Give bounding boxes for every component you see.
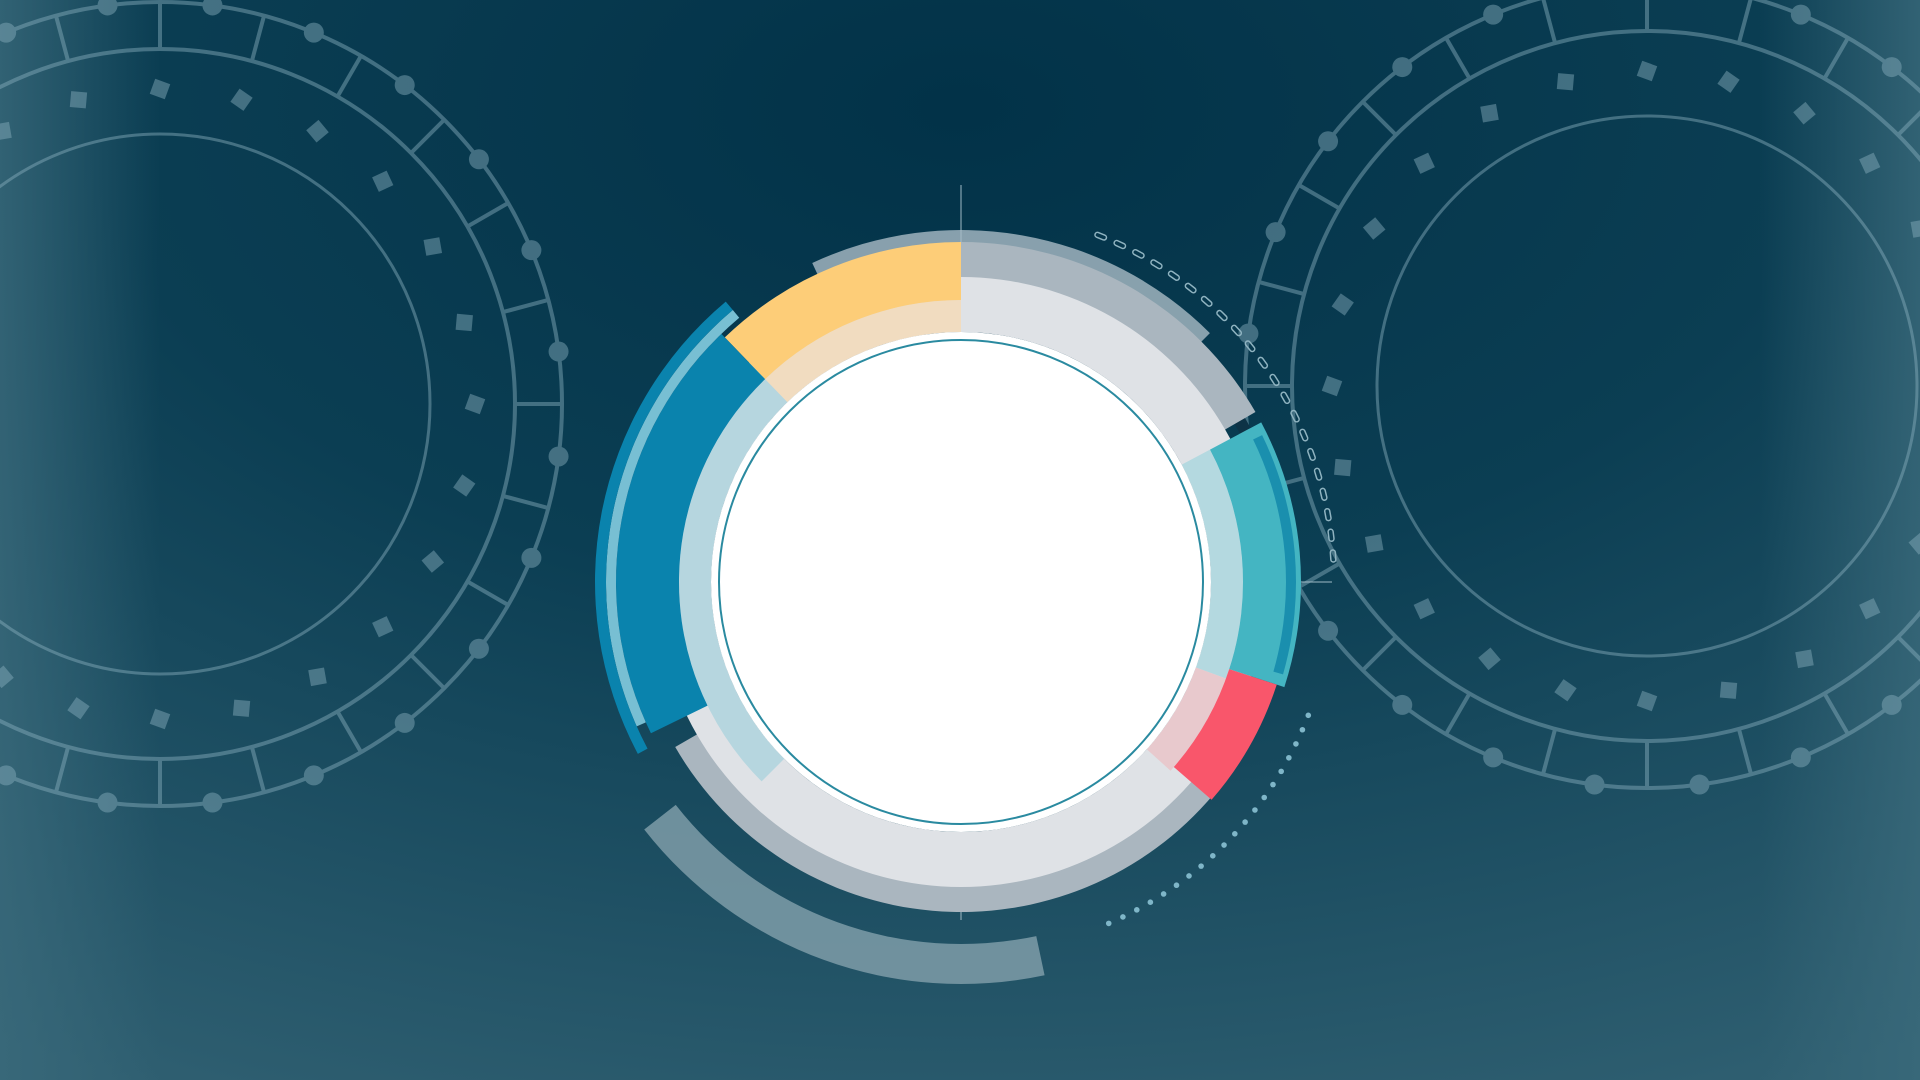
dot-mark	[1173, 882, 1180, 889]
gear-knob	[1790, 4, 1811, 25]
gear-knob	[521, 240, 542, 261]
dot-mark	[1261, 794, 1268, 801]
dot-mark	[1221, 842, 1227, 848]
dot-mark	[1147, 899, 1154, 905]
gear-diamond	[423, 237, 443, 256]
gear-knob	[1392, 57, 1413, 78]
gear-knob	[97, 792, 118, 813]
dot-mark	[1305, 712, 1312, 719]
gear-knob	[548, 341, 569, 362]
gear-diamond	[1719, 681, 1738, 699]
gear-knob	[394, 712, 415, 733]
infographic-scene	[0, 0, 1920, 1080]
dot-mark	[1120, 914, 1126, 920]
gear-diamond	[308, 667, 327, 687]
gear-knob	[1265, 222, 1286, 243]
dot-mark	[1198, 863, 1204, 869]
dot-mark	[1293, 741, 1299, 747]
gear-knob	[1881, 57, 1902, 78]
right-fade	[1760, 0, 1920, 1080]
dot-mark	[1232, 830, 1238, 837]
gear-knob	[1689, 774, 1710, 795]
dot-mark	[1286, 754, 1292, 761]
left-fade	[0, 0, 160, 1080]
dot-mark	[1252, 807, 1258, 813]
dot-mark	[1270, 781, 1276, 788]
gear-knob	[521, 547, 542, 568]
gear-knob	[1318, 131, 1339, 152]
dot-mark	[1209, 853, 1216, 859]
gear-knob	[1392, 694, 1413, 715]
center-disc	[711, 332, 1211, 832]
gear-knob	[303, 22, 324, 43]
gear-diamond	[1556, 73, 1575, 91]
dot-mark	[1160, 891, 1167, 897]
dot-mark	[1299, 726, 1306, 733]
gear-knob	[468, 638, 489, 659]
gear-knob	[468, 149, 489, 170]
gear-diamond	[455, 313, 473, 332]
gear-knob	[1790, 747, 1811, 768]
gear-knob	[1318, 620, 1339, 641]
gear-diamond	[1334, 458, 1352, 477]
gear-knob	[548, 446, 569, 467]
gear-knob	[202, 792, 223, 813]
dot-mark	[1133, 907, 1140, 913]
gear-knob	[1483, 4, 1504, 25]
gear-knob	[1483, 747, 1504, 768]
gear-knob	[1881, 694, 1902, 715]
dot-mark	[1105, 920, 1112, 927]
gear-diamond	[232, 699, 251, 717]
gear-knob	[303, 765, 324, 786]
gear-knob	[1584, 774, 1605, 795]
gear-diamond	[1480, 103, 1499, 123]
gear-diamond	[1795, 649, 1814, 669]
dot-mark	[1242, 819, 1248, 825]
gear-diamond	[69, 91, 88, 109]
gear-knob	[394, 75, 415, 96]
dot-mark	[1278, 768, 1284, 775]
gear-diamond	[1364, 534, 1384, 553]
dot-mark	[1186, 873, 1192, 879]
